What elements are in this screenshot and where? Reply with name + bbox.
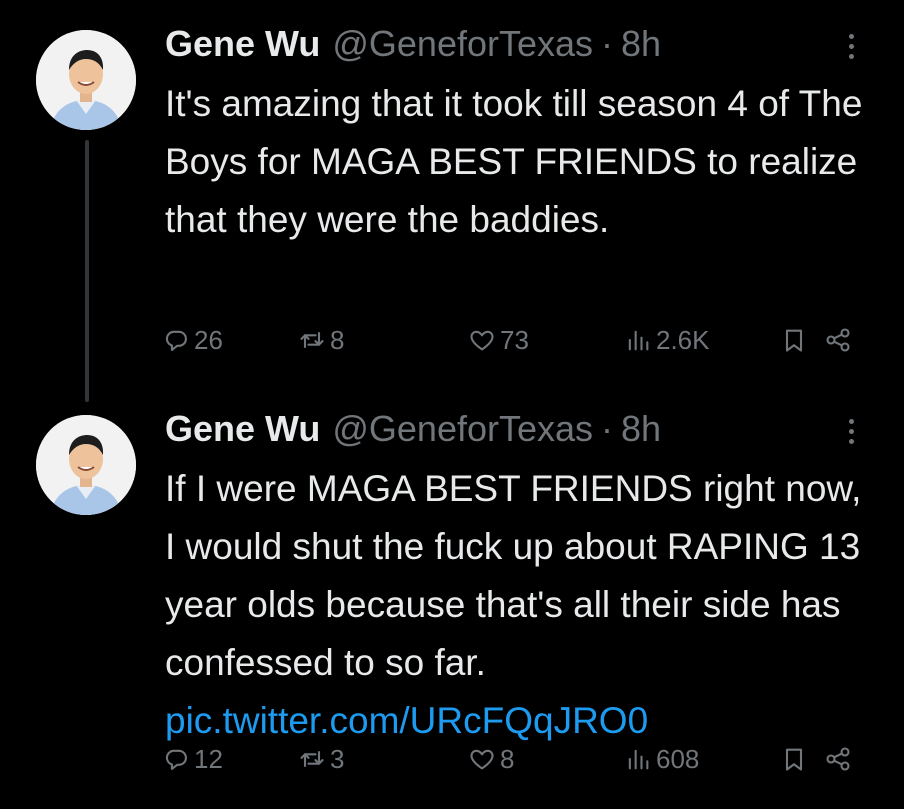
like-count: 8 (500, 743, 515, 774)
timestamp[interactable]: 8h (621, 408, 661, 450)
tweet-text: If I were MAGA BEST FRIENDS right now, I… (165, 460, 875, 750)
reply-icon (165, 330, 187, 351)
bookmark-button[interactable] (780, 739, 808, 779)
heart-icon (470, 749, 494, 770)
like-button[interactable]: 73 (468, 320, 529, 360)
action-bar: 26 8 73 2.6K (162, 320, 872, 360)
retweet-icon (300, 331, 324, 349)
action-bar: 12 3 8 608 (162, 739, 872, 779)
user-handle[interactable]: @GeneforTexas (332, 408, 593, 450)
views-button[interactable]: 608 (624, 739, 699, 779)
more-options-button[interactable] (838, 26, 864, 66)
views-count: 608 (656, 743, 700, 774)
like-count: 73 (500, 324, 529, 355)
media-link[interactable]: pic.twitter.com/URcFQqJRO0 (165, 700, 648, 741)
more-options-button[interactable] (838, 411, 864, 451)
share-icon (826, 328, 850, 352)
heart-icon (470, 330, 494, 351)
separator-dot: · (601, 408, 614, 449)
tweet-body: It's amazing that it took till season 4 … (165, 83, 863, 240)
more-icon (848, 33, 854, 39)
share-button[interactable] (824, 739, 852, 779)
display-name[interactable]: Gene Wu (165, 23, 320, 65)
tweet-header: Gene Wu @GeneforTexas · 8h (165, 405, 661, 453)
share-button[interactable] (824, 320, 852, 360)
retweet-count: 8 (330, 324, 345, 355)
tweet-header: Gene Wu @GeneforTexas · 8h (165, 20, 661, 68)
thread-connector-line (85, 140, 89, 402)
tweet-body: If I were MAGA BEST FRIENDS right now, I… (165, 468, 862, 683)
tweet-text: It's amazing that it took till season 4 … (165, 75, 875, 249)
share-icon (826, 747, 850, 771)
retweet-button[interactable]: 8 (298, 320, 344, 360)
separator-dot: · (601, 23, 614, 64)
display-name[interactable]: Gene Wu (165, 408, 320, 450)
reply-icon (165, 749, 187, 770)
reply-count: 12 (194, 743, 223, 774)
avatar[interactable] (36, 415, 136, 515)
reply-button[interactable]: 26 (162, 320, 223, 360)
more-icon (848, 418, 854, 424)
bookmark-button[interactable] (780, 320, 808, 360)
views-icon (628, 749, 649, 770)
retweet-count: 3 (330, 743, 345, 774)
retweet-button[interactable]: 3 (298, 739, 344, 779)
reply-count: 26 (194, 324, 223, 355)
avatar[interactable] (36, 30, 136, 130)
views-button[interactable]: 2.6K (624, 320, 710, 360)
timestamp[interactable]: 8h (621, 23, 661, 65)
like-button[interactable]: 8 (468, 739, 514, 779)
bookmark-icon (785, 329, 803, 352)
retweet-icon (300, 750, 324, 768)
reply-button[interactable]: 12 (162, 739, 223, 779)
user-handle[interactable]: @GeneforTexas (332, 23, 593, 65)
views-count: 2.6K (656, 324, 710, 355)
views-icon (628, 330, 649, 351)
bookmark-icon (785, 748, 803, 771)
